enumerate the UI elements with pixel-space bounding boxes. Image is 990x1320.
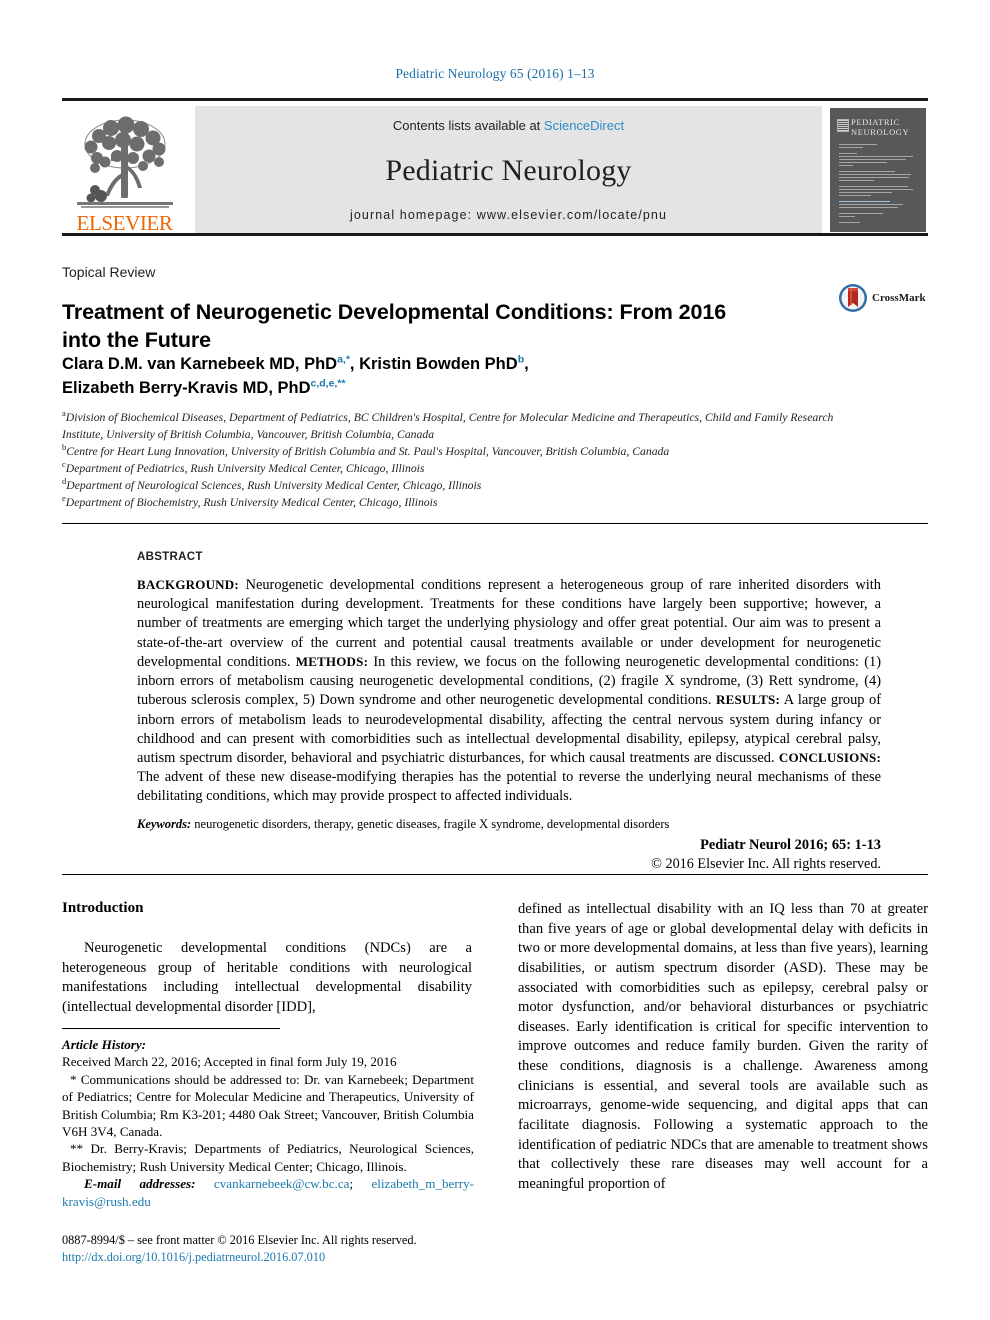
page-title: Treatment of Neurogenetic Developmental …: [62, 300, 727, 353]
keywords-label: Keywords:: [137, 817, 192, 831]
contents-lists-line: Contents lists available at ScienceDirec…: [393, 118, 624, 133]
contents-prefix-text: Contents lists available at: [392, 118, 544, 133]
cover-text-lines: [839, 143, 919, 223]
journal-title: Pediatric Neurology: [385, 153, 632, 187]
running-head: Pediatric Neurology 65 (2016) 1–13: [395, 66, 595, 81]
author-name-1: Clara D.M. van Karnebeek MD, PhD: [62, 355, 338, 373]
cover-emblem-icon: [837, 119, 849, 132]
doi-link[interactable]: http://dx.doi.org/10.1016/j.pediatrneuro…: [62, 1249, 474, 1266]
article-type-label: Topical Review: [62, 264, 156, 280]
abstract-heading: ABSTRACT: [137, 551, 203, 563]
email-address-1[interactable]: cvankarnebeek@cw.bc.ca: [214, 1176, 350, 1191]
abstract-section-text: The advent of these new disease-modifyin…: [137, 769, 881, 805]
email-label: E-mail addresses:: [84, 1176, 196, 1192]
corresponding-author-note-2: ** Dr. Berry-Kravis; Departments of Pedi…: [62, 1141, 474, 1174]
cover-title-line2: NEUROLOGY: [851, 126, 910, 137]
affiliation-item: eDepartment of Biochemistry, Rush Univer…: [62, 494, 852, 511]
author-list: Clara D.M. van Karnebeek MD, PhDa,*, Kri…: [62, 353, 822, 401]
affiliation-item: bCentre for Heart Lung Innovation, Unive…: [62, 443, 852, 460]
section-heading-introduction: Introduction: [62, 900, 144, 916]
body-column-right: defined as intellectual disability with …: [518, 900, 928, 1194]
affiliation-text: Department of Neurological Sciences, Rus…: [66, 479, 482, 493]
abstract-text: BACKGROUND: Neurogenetic developmental c…: [137, 576, 881, 807]
affiliation-text: Department of Biochemistry, Rush Univers…: [65, 496, 438, 510]
elsevier-wordmark: ELSEVIER: [76, 211, 173, 235]
author-name-2: Kristin Bowden PhD: [359, 355, 518, 373]
abstract-top-rule: [62, 523, 928, 524]
citation-line: Pediatr Neurol 2016; 65: 1-13: [700, 837, 881, 853]
email-separator: ;: [349, 1176, 372, 1192]
intro-paragraph: Neurogenetic developmental conditions (N…: [62, 940, 472, 1015]
issn-line: 0887-8994/$ – see front matter © 2016 El…: [62, 1233, 417, 1247]
journal-cover-thumbnail: PEDIATRIC NEUROLOGY: [830, 108, 926, 232]
cover-title-line1: PEDIATRIC: [851, 117, 900, 127]
footnote-block: Article History: Received March 22, 2016…: [62, 1036, 474, 1210]
footnote-rule: [62, 1028, 280, 1029]
abstract-section-head: CONCLUSIONS:: [778, 749, 881, 765]
affiliation-text: Centre for Heart Lung Innovation, Univer…: [66, 445, 670, 459]
affiliation-text: Division of Biochemical Diseases, Depart…: [62, 411, 834, 442]
email-line: E-mail addresses: cvankarnebeek@cw.bc.ca…: [62, 1175, 474, 1210]
crossmark-badge[interactable]: CrossMark: [838, 283, 926, 313]
author-line1-end: ,: [524, 355, 529, 373]
author-affil-sup-1[interactable]: a,*: [337, 354, 350, 366]
article-history-value: Received March 22, 2016; Accepted in fin…: [62, 1054, 397, 1070]
affiliation-item: dDepartment of Neurological Sciences, Ru…: [62, 477, 852, 494]
journal-homepage-link[interactable]: journal homepage: www.elsevier.com/locat…: [350, 208, 667, 222]
crossmark-icon: [839, 284, 867, 312]
elsevier-logo: ELSEVIER: [62, 104, 187, 236]
abstract-section-head: BACKGROUND:: [137, 577, 239, 592]
author-name-3: Elizabeth Berry-Kravis MD, PhD: [62, 378, 311, 397]
author-affil-sup-3[interactable]: c,d,e,**: [310, 377, 345, 389]
article-history-label-text: Article History:: [62, 1037, 147, 1052]
abstract-section-head: METHODS:: [295, 653, 369, 669]
masthead-center-panel: Contents lists available at ScienceDirec…: [195, 106, 822, 233]
corresponding-author-note-1: * Communications should be addressed to:…: [62, 1071, 474, 1140]
abstract-bottom-rule: [62, 874, 928, 875]
journal-article-page: Pediatric Neurology 65 (2016) 1–13 ELSEV…: [0, 0, 990, 1320]
copyright-line: © 2016 Elsevier Inc. All rights reserved…: [651, 856, 881, 872]
keywords-line: Keywords: neurogenetic disorders, therap…: [137, 817, 881, 832]
sciencedirect-link[interactable]: ScienceDirect: [544, 118, 624, 133]
crossmark-label: CrossMark: [872, 292, 926, 304]
abstract-section-head: RESULTS:: [715, 692, 780, 708]
affiliation-item: aDivision of Biochemical Diseases, Depar…: [62, 409, 852, 443]
affiliation-item: cDepartment of Pediatrics, Rush Universi…: [62, 460, 852, 477]
journal-masthead: ELSEVIER Contents lists available at Sci…: [62, 98, 928, 236]
issn-footer: 0887-8994/$ – see front matter © 2016 El…: [62, 1232, 474, 1266]
intro-paragraph-continued: defined as intellectual disability with …: [518, 901, 928, 1192]
affiliation-list: aDivision of Biochemical Diseases, Depar…: [62, 409, 852, 511]
author-sep-1: ,: [349, 355, 360, 373]
body-column-left: Introduction Neurogenetic developmental …: [62, 900, 472, 1018]
affiliation-text: Department of Pediatrics, Rush Universit…: [65, 462, 425, 476]
article-history-label: Article History:: [62, 1036, 474, 1053]
keywords-values: neurogenetic disorders, therapy, genetic…: [191, 817, 670, 831]
elsevier-tree-icon: [76, 116, 173, 208]
cover-title: PEDIATRIC NEUROLOGY: [851, 117, 919, 138]
